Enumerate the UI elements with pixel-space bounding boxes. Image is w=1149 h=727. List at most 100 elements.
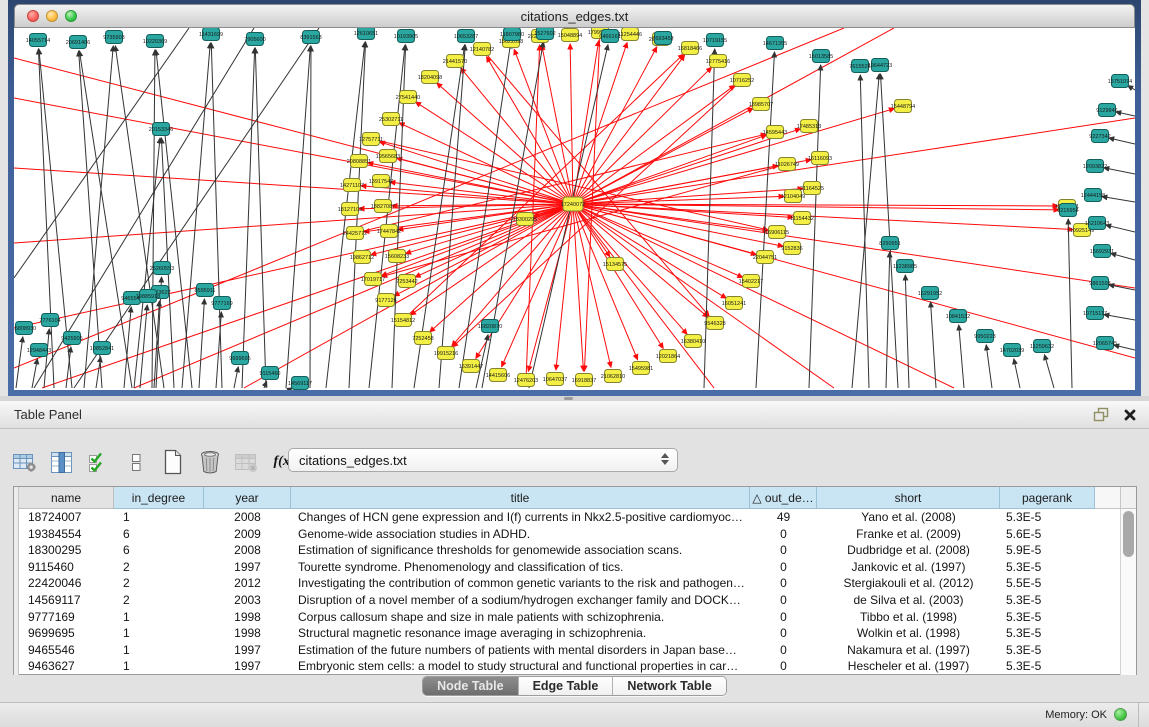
delete-column-icon[interactable] bbox=[195, 447, 225, 477]
close-panel-icon[interactable] bbox=[1123, 408, 1137, 427]
tab-network-table[interactable]: Network Table bbox=[613, 677, 726, 695]
close-window-button[interactable] bbox=[27, 10, 39, 22]
delete-table-icon[interactable] bbox=[232, 447, 262, 477]
svg-text:17447842: 17447842 bbox=[377, 229, 401, 235]
table-cell: 0 bbox=[750, 609, 817, 626]
svg-text:12610651: 12610651 bbox=[354, 31, 378, 37]
svg-text:10852841: 10852841 bbox=[90, 346, 114, 352]
table-row[interactable]: 1456911722003Disruption of a novel membe… bbox=[14, 592, 1121, 609]
table-row[interactable]: 1830029562008Estimation of significance … bbox=[14, 542, 1121, 559]
svg-text:12948443: 12948443 bbox=[27, 348, 51, 354]
status-bar-divider bbox=[1138, 703, 1139, 727]
svg-text:21062810: 21062810 bbox=[601, 374, 625, 380]
svg-text:8595911: 8595911 bbox=[194, 288, 215, 294]
table-cell: 5.3E-5 bbox=[1000, 658, 1095, 675]
column-header-out-degree-sorted[interactable]: △ out_de… bbox=[750, 487, 817, 509]
dropdown-stepper-icon bbox=[661, 453, 669, 465]
table-cell: Yano et al. (2008) bbox=[817, 509, 1000, 526]
svg-text:9227342: 9227342 bbox=[1089, 134, 1110, 140]
table-cell: 49 bbox=[750, 509, 817, 526]
svg-text:15692931: 15692931 bbox=[1090, 249, 1114, 255]
scrollbar-thumb[interactable] bbox=[1123, 511, 1134, 557]
table-row[interactable]: 2242004622012Investigating the contribut… bbox=[14, 575, 1121, 592]
column-header-title[interactable]: title bbox=[291, 487, 750, 509]
tab-node-table[interactable]: Node Table bbox=[423, 677, 518, 695]
svg-text:7905600: 7905600 bbox=[244, 37, 265, 43]
svg-text:18204098: 18204098 bbox=[418, 75, 442, 81]
svg-text:19862712: 19862712 bbox=[350, 255, 374, 261]
column-header-short[interactable]: short bbox=[817, 487, 1000, 509]
row-selection-mode-icon[interactable] bbox=[121, 447, 151, 477]
svg-text:25260553: 25260553 bbox=[150, 266, 174, 272]
svg-text:10716252: 10716252 bbox=[730, 78, 754, 84]
table-row[interactable]: 1938455462009Genome-wide association stu… bbox=[14, 526, 1121, 543]
table-cell: 1 bbox=[114, 658, 204, 675]
table-row[interactable]: 946554611997Estimation of the future num… bbox=[14, 642, 1121, 659]
column-visibility-icon[interactable] bbox=[47, 447, 77, 477]
svg-text:11238985: 11238985 bbox=[893, 264, 917, 270]
node-table: name in_degree year title △ out_de… shor… bbox=[13, 486, 1137, 675]
table-cell: Corpus callosum shape and size in male p… bbox=[291, 609, 750, 626]
table-row[interactable]: 911546021997Tourette syndrome. Phenomeno… bbox=[14, 559, 1121, 576]
float-panel-icon[interactable] bbox=[1093, 407, 1109, 427]
svg-text:16051241: 16051241 bbox=[722, 301, 746, 307]
svg-text:18985707: 18985707 bbox=[749, 102, 773, 108]
tab-edge-table[interactable]: Edge Table bbox=[519, 677, 614, 695]
svg-text:11026749: 11026749 bbox=[775, 162, 799, 168]
table-cell: 5.5E-5 bbox=[1000, 575, 1095, 592]
svg-text:12476203: 12476203 bbox=[514, 378, 538, 384]
svg-text:16291952: 16291952 bbox=[918, 291, 942, 297]
svg-text:9115460: 9115460 bbox=[259, 371, 280, 377]
network-canvas[interactable]: 1724007212104049110267491459544318985707… bbox=[14, 28, 1135, 390]
table-cell: 9699695 bbox=[19, 625, 114, 642]
table-header-row: name in_degree year title △ out_de… shor… bbox=[14, 487, 1136, 509]
select-all-rows-icon[interactable] bbox=[84, 447, 114, 477]
svg-text:10220369: 10220369 bbox=[143, 39, 167, 45]
window-titlebar[interactable]: citations_edges.txt bbox=[14, 4, 1135, 28]
table-cell: 1 bbox=[114, 509, 204, 526]
svg-text:1527602: 1527602 bbox=[534, 31, 555, 37]
svg-text:7252458: 7252458 bbox=[412, 336, 433, 342]
create-column-icon[interactable] bbox=[158, 447, 188, 477]
table-row[interactable]: 1872400712008Changes of HCN gene express… bbox=[14, 509, 1121, 526]
table-cell: Disruption of a novel member of a sodium… bbox=[291, 592, 750, 609]
table-cell: 18300295 bbox=[19, 542, 114, 559]
svg-text:9699695: 9699695 bbox=[229, 356, 250, 362]
table-row[interactable]: 977716911998Corpus callosum shape and si… bbox=[14, 609, 1121, 626]
svg-text:15808930: 15808930 bbox=[14, 326, 36, 332]
table-cell: 6 bbox=[114, 526, 204, 543]
table-row[interactable]: 969969511998Structural magnetic resonanc… bbox=[14, 625, 1121, 642]
minimize-window-button[interactable] bbox=[46, 10, 58, 22]
column-header-name[interactable]: name bbox=[19, 487, 114, 509]
table-cell: 1 bbox=[114, 609, 204, 626]
svg-text:8391563: 8391563 bbox=[300, 35, 321, 41]
svg-text:20808851: 20808851 bbox=[347, 159, 371, 165]
svg-text:8290951: 8290951 bbox=[879, 241, 900, 247]
table-cell: 2 bbox=[114, 559, 204, 576]
table-cell: Investigating the contribution of common… bbox=[291, 575, 750, 592]
svg-text:25302711: 25302711 bbox=[379, 117, 403, 123]
column-header-in-degree[interactable]: in_degree bbox=[114, 487, 204, 509]
table-row[interactable]: 946362711997Embryonic stem cells: a mode… bbox=[14, 658, 1121, 675]
table-cell: 6 bbox=[114, 542, 204, 559]
svg-text:16380410: 16380410 bbox=[681, 339, 705, 345]
svg-text:9546328: 9546328 bbox=[704, 321, 725, 327]
table-cell: Wolkin et al. (1998) bbox=[817, 625, 1000, 642]
splitter-grip-icon[interactable] bbox=[564, 397, 573, 400]
table-selector-dropdown[interactable]: citations_edges.txt bbox=[288, 448, 678, 472]
table-cell: Dudbridge et al. (2008) bbox=[817, 542, 1000, 559]
vertical-scrollbar[interactable] bbox=[1120, 509, 1136, 675]
column-header-year[interactable]: year bbox=[204, 487, 291, 509]
svg-text:10647037: 10647037 bbox=[543, 377, 567, 383]
memory-ok-indicator-icon[interactable] bbox=[1114, 708, 1127, 721]
column-header-pagerank[interactable]: pagerank bbox=[1000, 487, 1095, 509]
svg-text:12065745: 12065745 bbox=[1093, 341, 1117, 347]
svg-text:12021864: 12021864 bbox=[656, 354, 680, 360]
svg-text:16818466: 16818466 bbox=[678, 46, 702, 52]
table-selector-value: citations_edges.txt bbox=[299, 453, 407, 468]
zoom-window-button[interactable] bbox=[65, 10, 77, 22]
table-cell: Genome-wide association studies in ADHD. bbox=[291, 526, 750, 543]
svg-text:12757711: 12757711 bbox=[359, 137, 383, 143]
svg-text:10653287: 10653287 bbox=[454, 34, 478, 40]
table-settings-icon[interactable] bbox=[10, 447, 40, 477]
